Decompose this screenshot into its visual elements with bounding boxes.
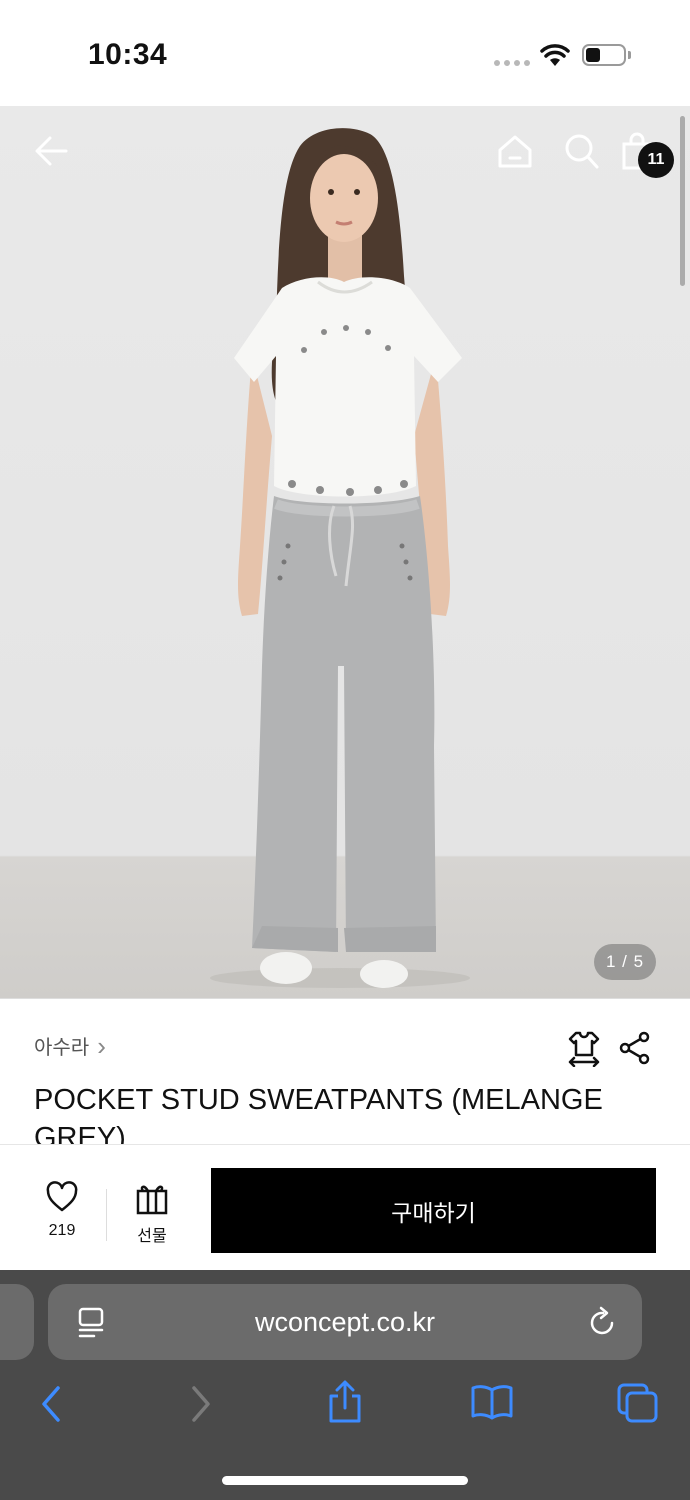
cart-count-badge: 11 (638, 142, 674, 178)
home-icon[interactable] (494, 130, 536, 172)
gift-icon (136, 1185, 168, 1215)
size-guide-icon[interactable] (566, 1029, 602, 1067)
home-indicator[interactable] (222, 1476, 468, 1485)
battery-icon (582, 44, 626, 66)
chevron-right-icon: › (97, 1030, 106, 1061)
status-bar: 10:34 (0, 0, 690, 106)
gift-button[interactable]: 선물 (122, 1181, 182, 1246)
brand-link[interactable]: 아수라 › (34, 1031, 106, 1060)
product-image-gallery[interactable]: 11 1 / 5 (0, 106, 690, 998)
browser-toolbar: wconcept.co.kr (0, 1270, 690, 1500)
tabs-icon[interactable] (616, 1382, 660, 1424)
share-icon[interactable] (618, 1031, 652, 1065)
wifi-icon (540, 44, 570, 66)
url-text: wconcept.co.kr (254, 1306, 436, 1337)
image-pager: 1 / 5 (594, 944, 656, 980)
purchase-action-bar: 219 선물 구매하기 (0, 1144, 690, 1270)
previous-tab-peek[interactable] (0, 1284, 34, 1360)
address-bar[interactable]: wconcept.co.kr (48, 1284, 642, 1360)
browser-forward-icon[interactable] (186, 1382, 216, 1426)
reload-icon[interactable] (588, 1306, 618, 1338)
status-time: 10:34 (88, 38, 168, 71)
share-sheet-icon[interactable] (326, 1380, 364, 1424)
bookmarks-icon[interactable] (470, 1382, 514, 1422)
product-photo (210, 128, 470, 988)
browser-back-icon[interactable] (36, 1382, 66, 1426)
divider (106, 1189, 107, 1241)
like-button[interactable]: 219 (30, 1181, 94, 1240)
reader-mode-icon[interactable] (76, 1306, 106, 1338)
back-arrow-icon[interactable] (30, 130, 72, 172)
product-title: POCKET STUD SWEATPANTS (MELANGE GREY) (34, 1084, 603, 1144)
battery-tip (628, 51, 631, 59)
like-count: 219 (48, 1222, 76, 1239)
product-info: 아수라 › POCKET STUD SWEATPANTS (MELANGE GR… (0, 998, 690, 1144)
product-page: 10:34 11 1 / 5 아수라 › POCKET STUD SWEATPA… (0, 0, 690, 1500)
scroll-indicator (680, 116, 685, 286)
gift-label: 선물 (137, 1228, 167, 1245)
buy-button[interactable]: 구매하기 (211, 1168, 656, 1253)
search-icon[interactable] (562, 130, 602, 172)
heart-icon (46, 1181, 78, 1212)
brand-name: 아수라 (34, 1037, 90, 1059)
cellular-signal-icon (494, 60, 530, 66)
